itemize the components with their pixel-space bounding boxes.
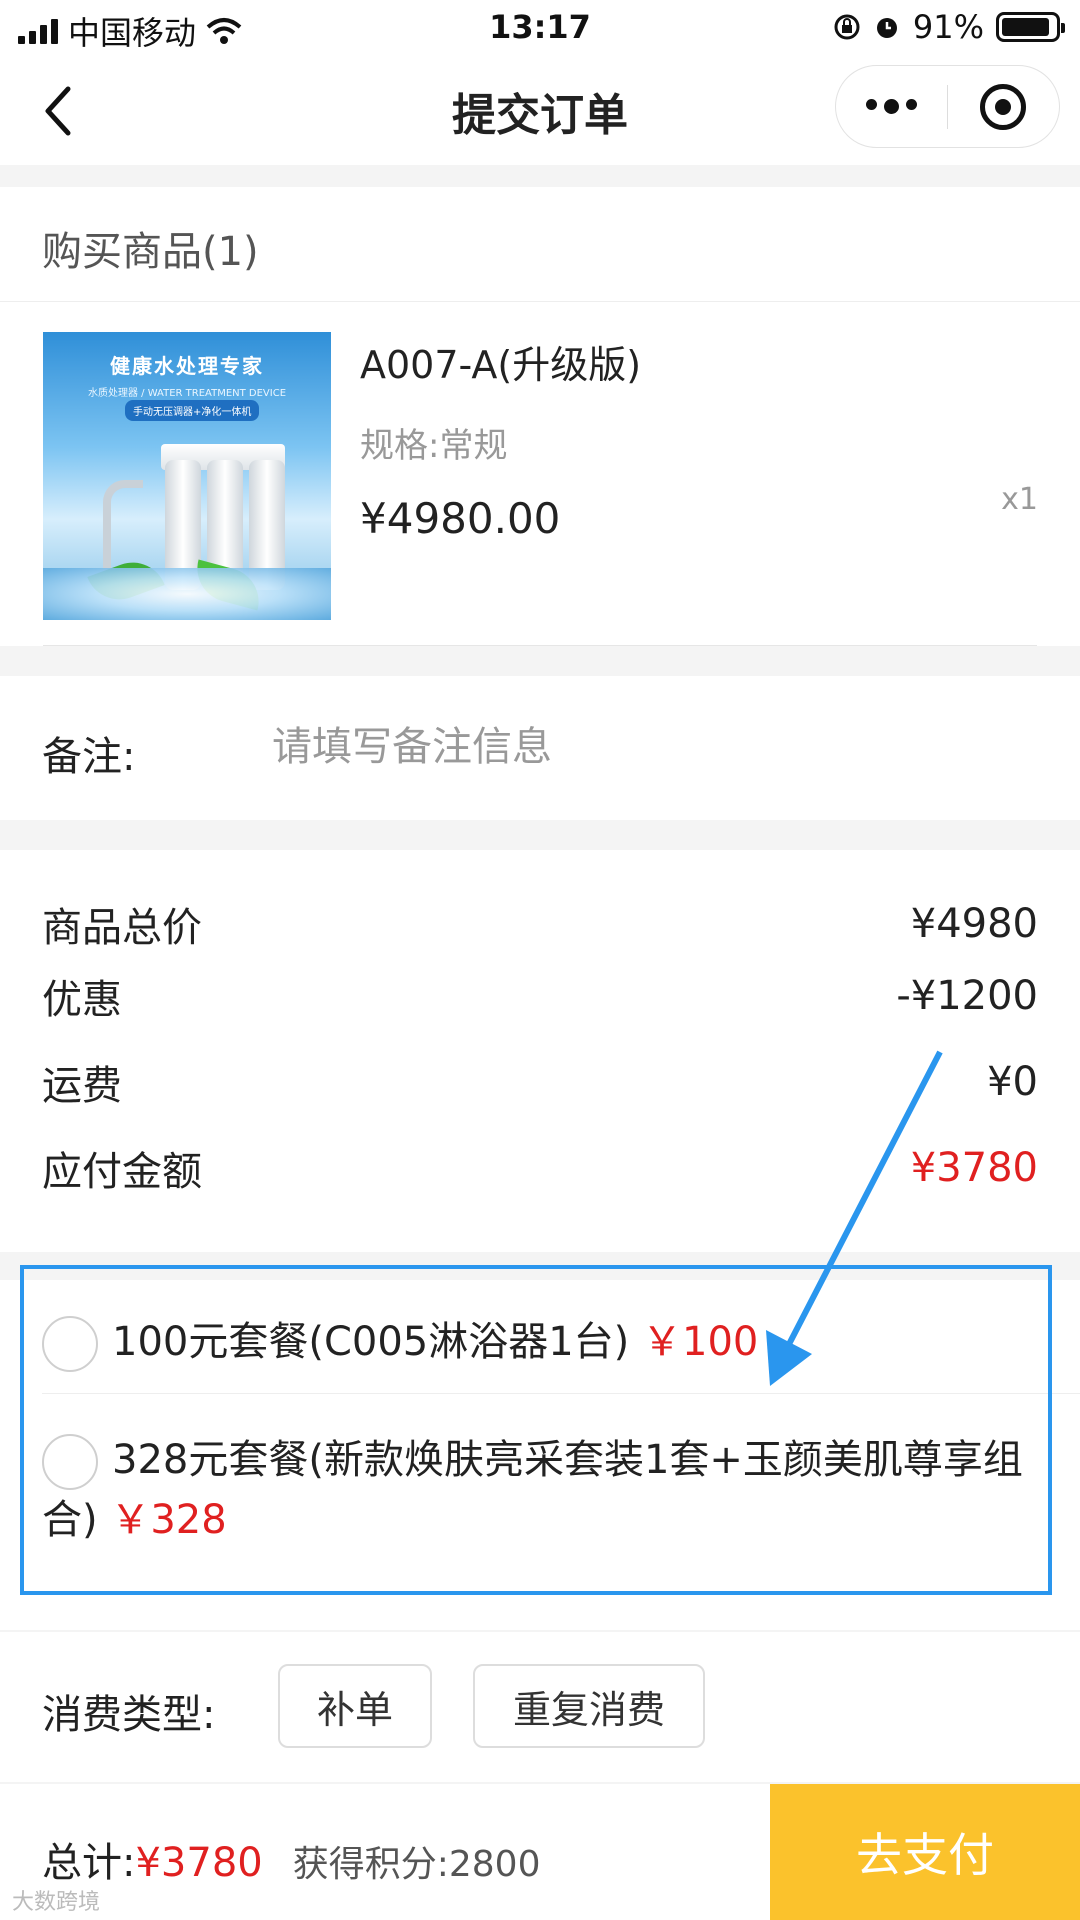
mini-program-capsule: [835, 65, 1060, 148]
summary-row-discount: 优惠 -¥1200: [42, 968, 1038, 1024]
summary-row-payable: 应付金额 ¥3780: [42, 1140, 1038, 1196]
summary-value: ¥0: [987, 1059, 1038, 1105]
payable-amount: ¥3780: [910, 1145, 1038, 1191]
summary-label: 商品总价: [42, 905, 202, 951]
points-earned: 获得积分:2800: [292, 1844, 541, 1885]
product-name: A007-A(升级版): [360, 343, 642, 387]
product-image-subtitle: 水质处理器 / WATER TREATMENT DEVICE: [87, 388, 287, 399]
summary-label: 运费: [42, 1063, 122, 1109]
package-label: 100元套餐(C005淋浴器1台): [112, 1319, 630, 1365]
product-quantity: x1: [1001, 482, 1038, 517]
goods-item[interactable]: 健康水处理专家 水质处理器 / WATER TREATMENT DEVICE 手…: [0, 302, 1080, 646]
consume-type-row: 消费类型: 补单 重复消费: [0, 1632, 1080, 1782]
product-image-title: 健康水处理专家: [110, 354, 264, 378]
remark-input[interactable]: [272, 712, 1032, 782]
remark-row: 备注:: [0, 676, 1080, 820]
status-bar: 中国移动 13:17 91%: [0, 0, 1080, 55]
radio-button[interactable]: [42, 1434, 98, 1490]
rotation-lock-icon: [834, 14, 860, 40]
package-price: ￥100: [642, 1319, 759, 1365]
package-option[interactable]: 328元套餐(新款焕肤亮采套装1套+玉颜美肌尊享组合) ￥328: [42, 1430, 1038, 1550]
summary-row-subtotal: 商品总价 ¥4980: [42, 896, 1038, 952]
checkout-bar: 总计: ¥3780 获得积分:2800 去支付: [0, 1784, 1080, 1920]
pay-button[interactable]: 去支付: [770, 1784, 1080, 1920]
goods-section-title: 购买商品(1): [42, 229, 259, 275]
battery-percent: 91%: [912, 8, 984, 46]
consume-type-label: 消费类型:: [42, 1692, 216, 1738]
divider: [42, 1393, 1080, 1394]
summary-row-shipping: 运费 ¥0: [42, 1054, 1038, 1110]
consume-option-button[interactable]: 补单: [278, 1664, 432, 1748]
product-price: ¥4980.00: [360, 494, 561, 543]
product-spec: 规格:常规: [360, 426, 508, 466]
radio-button[interactable]: [42, 1316, 98, 1372]
summary-label: 优惠: [42, 977, 122, 1023]
price-summary: 商品总价 ¥4980 优惠 -¥1200 运费 ¥0 应付金额 ¥3780: [0, 850, 1080, 1252]
alarm-icon: [876, 18, 897, 38]
battery-icon: [996, 12, 1065, 42]
divider: [43, 645, 1037, 646]
package-option[interactable]: 100元套餐(C005淋浴器1台) ￥100: [42, 1312, 1038, 1372]
package-options: 100元套餐(C005淋浴器1台) ￥100 328元套餐(新款焕肤亮采套装1套…: [0, 1280, 1080, 1630]
close-target-icon[interactable]: [948, 83, 1059, 130]
summary-value: ¥4980: [910, 901, 1038, 947]
remark-label: 备注:: [42, 734, 136, 780]
watermark: 大数跨境: [12, 1890, 101, 1915]
goods-section-header: 购买商品(1): [0, 187, 1080, 302]
more-dots-icon[interactable]: [836, 99, 947, 114]
total-label: 总计:: [42, 1840, 136, 1886]
product-image: 健康水处理专家 水质处理器 / WATER TREATMENT DEVICE 手…: [43, 332, 331, 620]
summary-value: -¥1200: [896, 973, 1038, 1019]
product-image-badge: 手动无压调器+净化一体机: [125, 400, 260, 421]
nav-bar: 提交订单: [0, 55, 1080, 165]
total-amount: ¥3780: [135, 1840, 263, 1886]
summary-label: 应付金额: [42, 1149, 202, 1195]
package-price: ￥328: [110, 1497, 227, 1543]
total-area: 总计: ¥3780 获得积分:2800: [42, 1830, 540, 1888]
consume-option-button[interactable]: 重复消费: [473, 1664, 705, 1748]
